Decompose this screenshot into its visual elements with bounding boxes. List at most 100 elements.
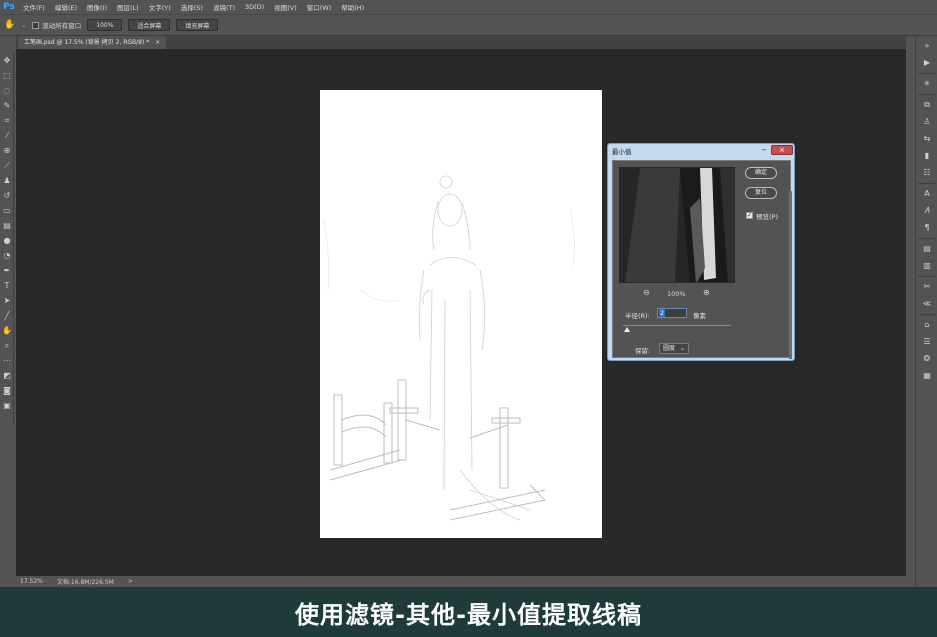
radius-input[interactable]: 2 [657, 308, 687, 318]
paragraph-icon[interactable]: ¶ [918, 221, 936, 235]
document-canvas[interactable] [320, 90, 602, 538]
status-arrow-icon[interactable]: > [128, 578, 133, 585]
radius-unit: 像素 [693, 312, 706, 320]
zoom-out-icon[interactable]: ⊖ [643, 288, 650, 297]
gradient-tool-icon[interactable]: ▤ [1, 219, 13, 232]
zoom-in-icon[interactable]: ⊕ [703, 288, 710, 297]
menu-select[interactable]: 选择(S) [176, 2, 208, 12]
crop-tool-icon[interactable]: ⌗ [1, 114, 13, 127]
document-tab[interactable]: 工笔画.psd @ 17.5% (背景 拷贝 2, RGB/8) * × [18, 36, 167, 49]
collapse-panels-icon[interactable]: » [918, 39, 936, 53]
filter-preview[interactable] [619, 167, 735, 283]
preview-zoom-level: 100% [667, 290, 686, 298]
eraser-tool-icon[interactable]: ▭ [1, 204, 13, 217]
navigator-icon[interactable]: ✳ [918, 77, 936, 91]
menu-layer[interactable]: 图层(L) [112, 2, 144, 12]
character-style-icon[interactable]: 𝐴 [918, 204, 936, 218]
caption-text: 使用滤镜-其他-最小值提取线稿 [295, 600, 642, 629]
menu-image[interactable]: 图像(I) [82, 2, 112, 12]
caption-bar: 使用滤镜-其他-最小值提取线稿 [0, 587, 937, 637]
more-tools-icon[interactable]: ⋯ [1, 354, 13, 367]
radius-label: 半径(R): [625, 312, 650, 320]
document-tab-title: 工笔画.psd @ 17.5% (背景 拷贝 2, RGB/8) * [24, 39, 150, 46]
actions-icon[interactable]: ☰ [918, 335, 936, 349]
radius-slider-handle[interactable] [624, 327, 631, 332]
document-tab-bar: 工笔画.psd @ 17.5% (背景 拷贝 2, RGB/8) * × [16, 36, 906, 49]
preserve-dropdown[interactable]: 圆度 ⌄ [659, 343, 689, 354]
close-button[interactable]: × [771, 145, 793, 155]
fit-screen-button[interactable]: 适合屏幕 [128, 19, 171, 31]
radius-value: 2 [659, 309, 666, 317]
menu-3d[interactable]: 3D(D) [240, 3, 269, 11]
status-zoom[interactable]: 17.52% [20, 578, 43, 585]
dialog-scrollbar[interactable] [789, 191, 792, 359]
quick-select-tool-icon[interactable]: ✎ [1, 99, 13, 112]
adjustments-icon[interactable]: ⇆ [918, 132, 936, 146]
status-bar: 17.52% 文档:16.8M/226.5M > [16, 576, 906, 587]
history-icon[interactable]: ▶ [918, 56, 936, 70]
quick-mask-icon[interactable]: ◙ [1, 384, 13, 397]
stamp-tool-icon[interactable]: ♟ [1, 174, 13, 187]
dialog-body: 确定 复位 ✓ 预览(P) ⊖ 100% ⊕ 半径(R): 2 像素 保留: 圆… [612, 160, 792, 359]
hand-tool-icon[interactable]: ✋ [1, 324, 13, 337]
move-tool-icon[interactable]: ✥ [1, 54, 13, 67]
scroll-all-checkbox[interactable] [32, 21, 40, 29]
zoom-tool-icon[interactable]: ⌕ [1, 339, 13, 352]
layers-icon[interactable]: ▤ [918, 242, 936, 256]
fill-screen-button[interactable]: 填充屏幕 [176, 19, 219, 31]
options-bar: ✋ ⌄ 滚动所有窗口 100% 适合屏幕 填充屏幕 [0, 14, 937, 36]
tool-presets-icon[interactable]: ✂ [918, 280, 936, 294]
brush-settings-icon[interactable]: ≪ [918, 297, 936, 311]
scroll-all-label: 滚动所有窗口 [42, 22, 82, 30]
ok-button[interactable]: 确定 [745, 167, 777, 179]
blur-tool-icon[interactable]: ● [1, 234, 13, 247]
history-brush-icon[interactable]: ↺ [1, 189, 13, 202]
menu-edit[interactable]: 编辑(E) [50, 2, 82, 12]
hand-icon[interactable]: ✋ [4, 20, 15, 30]
minimize-icon[interactable]: − [759, 146, 769, 154]
paint-icon[interactable]: ♙ [918, 115, 936, 129]
dodge-tool-icon[interactable]: ◔ [1, 249, 13, 262]
character-icon[interactable]: A [918, 187, 936, 201]
preview-image [620, 168, 734, 282]
chevron-down-icon[interactable]: ⌄ [21, 22, 26, 29]
marquee-tool-icon[interactable]: ⬚ [1, 69, 13, 82]
right-panel-dock: » ▶ ✳ ⧉ ♙ ⇆ ▮ ☷ A 𝐴 ¶ ▤ ▥ ✂ ≪ ⌂ ☰ ❂ ▦ [915, 36, 937, 586]
eyedropper-tool-icon[interactable]: ⁄ [1, 129, 13, 142]
pen-tool-icon[interactable]: ✒ [1, 264, 13, 277]
libraries-icon[interactable]: ☷ [918, 166, 936, 180]
path-select-tool-icon[interactable]: ➤ [1, 294, 13, 307]
menu-window[interactable]: 窗口(W) [302, 2, 337, 12]
channels-icon[interactable]: ▥ [918, 259, 936, 273]
preserve-value: 圆度 [663, 345, 676, 352]
scroll-all-windows-option[interactable]: 滚动所有窗口 [32, 20, 81, 30]
preserve-label: 保留: [635, 347, 651, 355]
menu-bar: Ps 文件(F) 编辑(E) 图像(I) 图层(L) 文字(Y) 选择(S) 滤… [0, 0, 937, 14]
properties-icon[interactable]: ▮ [918, 149, 936, 163]
clone-source-icon[interactable]: ⌂ [918, 318, 936, 332]
color-swatches-icon[interactable]: ◩ [1, 369, 13, 382]
brush-tool-icon[interactable]: ⟋ [1, 159, 13, 172]
tools-panel: ✥ ⬚ ◌ ✎ ⌗ ⁄ ⊕ ⟋ ♟ ↺ ▭ ▤ ● ◔ ✒ T ➤ ╱ ✋ ⌕ … [0, 52, 14, 424]
screen-mode-icon[interactable]: ▣ [1, 399, 13, 412]
swatches-icon[interactable]: ⧉ [918, 98, 936, 112]
line-tool-icon[interactable]: ╱ [1, 309, 13, 322]
preview-checkbox[interactable]: ✓ [746, 212, 753, 219]
menu-file[interactable]: 文件(F) [18, 2, 50, 12]
healing-tool-icon[interactable]: ⊕ [1, 144, 13, 157]
menu-filter[interactable]: 滤镜(T) [208, 2, 240, 12]
menu-view[interactable]: 视图(V) [269, 2, 302, 12]
3d-icon[interactable]: ❂ [918, 352, 936, 366]
type-tool-icon[interactable]: T [1, 279, 13, 292]
minimum-filter-dialog: 最小值 − × 确定 复位 ✓ 预览(P) ⊖ 100% ⊕ 半径(R): 2 … [607, 143, 795, 361]
lasso-tool-icon[interactable]: ◌ [1, 84, 13, 97]
preview-label: 预览(P) [756, 213, 778, 221]
menu-help[interactable]: 帮助(H) [336, 2, 369, 12]
radius-slider-track[interactable] [623, 325, 731, 326]
line-art-drawing [323, 175, 575, 521]
close-icon[interactable]: × [155, 39, 160, 46]
timeline-icon[interactable]: ▦ [918, 369, 936, 383]
reset-button[interactable]: 复位 [745, 187, 777, 199]
menu-type[interactable]: 文字(Y) [144, 2, 176, 12]
zoom-100-button[interactable]: 100% [87, 19, 123, 31]
